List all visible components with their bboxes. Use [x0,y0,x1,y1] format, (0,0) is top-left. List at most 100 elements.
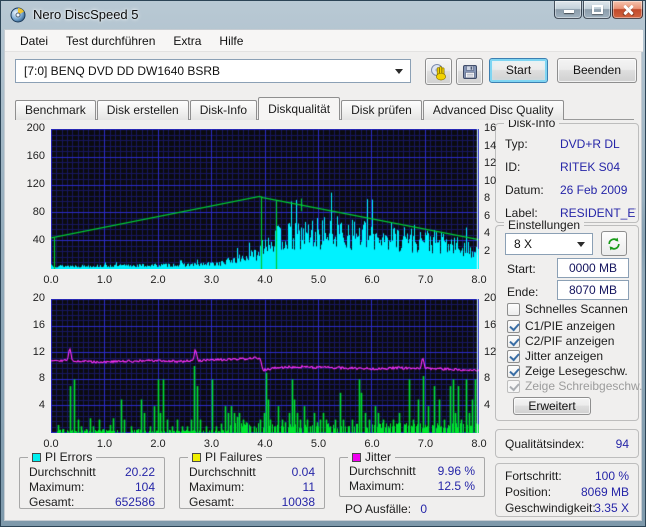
axis-tick-label: 3.0 [203,438,220,450]
title-bar[interactable]: Nero DiscSpeed 5 [1,1,645,29]
hand-disc-icon [430,63,446,80]
stat-value: 104 [134,480,155,494]
stat-value: 9.96 % [437,464,475,478]
axis-tick-label: 8 [38,372,45,385]
settings-group-title: Einstellungen [504,218,585,232]
tab-disk-pruefen[interactable]: Disk prüfen [341,100,422,120]
axis-tick-label: 4.0 [257,438,273,450]
axis-tick-label: 1.0 [96,438,113,450]
disk-type-value: DVD+R DL [560,137,620,151]
axis-tick-label: 1.0 [96,274,113,286]
quit-button[interactable]: Beenden [557,58,637,83]
minimize-button[interactable] [554,1,582,19]
progress-value: 100 % [594,469,629,483]
axis-tick-label: 2.0 [150,438,166,450]
axis-tick-label: 0.0 [43,438,59,450]
position-value: 8069 MB [580,485,629,499]
stat-label: Gesamt: [29,495,75,509]
stat-label: Maximum: [189,480,245,494]
maximize-button[interactable] [583,1,611,19]
stat-label: Durchschnitt [29,465,96,479]
end-position-input[interactable]: 8070 MB [557,280,629,300]
checkbox-c2-pif-anzeigen[interactable]: C2/PIF anzeigen [507,334,614,348]
speed-selector[interactable]: 8 X [505,233,593,255]
axis-tick-label: 5.0 [310,274,327,286]
tab-disk-erstellen[interactable]: Disk erstellen [96,100,189,120]
disk-info-group: Disk-Info Typ: DVD+R DL ID: RITEK S04 Datu… [495,116,639,223]
axis-tick-label: 4 [38,399,45,412]
axis-tick-label: 4 [484,227,491,239]
checkbox-c1-pie-anzeigen[interactable]: C1/PIE anzeigen [507,319,615,333]
maximize-icon [592,5,603,14]
drive-selector-value: [7:0] BENQ DVD DD DW1640 BSRB [24,64,221,78]
floppy-icon [462,64,477,79]
stat-value: 11 [302,480,315,494]
eject-button[interactable] [425,58,452,85]
menu-extra[interactable]: Extra [164,31,210,51]
start-position-input[interactable]: 0000 MB [557,258,629,278]
checkbox-icon [507,334,520,348]
pi-failures-legend-icon [192,453,201,462]
tab-advanced-disc-quality[interactable]: Advanced Disc Quality [422,100,564,120]
axis-tick-label: 7.0 [417,274,434,286]
checkbox-schnelles-scannen[interactable]: Schnelles Scannen [507,302,628,316]
pi-failures-group-title: PI Failures [205,450,263,464]
tab-diskqualitaet[interactable]: Diskqualität [258,97,341,120]
checkbox-zeige-lesegeschw[interactable]: Zeige Lesegeschw. [507,364,628,378]
checkbox-zeige-schreibgeschw[interactable]: Zeige Schreibgeschw. [507,379,642,393]
axis-tick-label: 120 [26,178,45,190]
close-button[interactable] [612,1,643,19]
checkbox-icon [507,319,520,333]
menu-test-durchfuehren[interactable]: Test durchführen [57,31,164,51]
pi-errors-chart [51,129,479,269]
menu-hilfe[interactable]: Hilfe [210,31,252,51]
start-button[interactable]: Start [489,58,548,83]
caption-buttons [554,1,643,19]
chevron-down-icon [577,242,585,247]
checkbox-jitter-anzeigen[interactable]: Jitter anzeigen [507,349,603,363]
axis-tick-label: 40 [32,234,45,246]
tab-benchmark[interactable]: Benchmark [15,100,96,120]
speed-selector-value: 8 X [514,237,533,251]
save-button[interactable] [456,58,483,85]
refresh-speeds-button[interactable] [601,231,627,256]
pi-errors-group-title: PI Errors [45,450,93,464]
po-failures-row: PO Ausfälle: 0 [345,502,427,517]
app-icon [10,7,26,23]
start-position-label: Start: [507,262,536,276]
axis-tick-label: 6 [484,209,491,222]
jitter-stats-group: Jitter Durchschnitt 9.96 % Maximum: 12.5 % [339,450,485,497]
axis-tick-label: 16 [32,318,45,331]
stat-value: 652586 [114,495,155,509]
axis-tick-label: 10 [484,174,497,187]
axis-tick-label: 12 [32,345,45,358]
pi-errors-legend-icon [32,453,41,462]
axis-tick-label: 14 [484,139,497,152]
progress-label: Fortschritt: [505,469,562,483]
advanced-button[interactable]: Erweitert [513,397,591,415]
tab-strip: Benchmark Disk erstellen Disk-Info Diskq… [15,97,565,120]
axis-tick-label: 8.0 [471,438,487,450]
axis-tick-label: 12 [484,157,497,169]
menu-bar: Datei Test durchführen Extra Hilfe [5,30,643,52]
axis-tick-label: 8 [484,372,491,385]
app-window: Nero DiscSpeed 5 Datei Test durchführen … [0,0,646,527]
stat-value: 0.04 [291,465,315,479]
disk-type-label: Typ: [505,137,528,151]
po-failures-label: PO Ausfälle: [345,502,412,516]
quality-index-value: 94 [615,437,629,451]
tab-disk-info[interactable]: Disk-Info [189,100,258,120]
checkbox-icon [507,364,520,378]
progress-box: Fortschritt: 100 % Position: 8069 MB Gesch… [495,463,639,517]
axis-tick-label: 200 [26,122,45,134]
quality-index-label: Qualitätsindex: [505,437,585,451]
stat-label: Maximum: [29,480,85,494]
disk-date-label: Datum: [505,183,544,197]
axis-tick-label: 6.0 [364,438,380,450]
stat-value: 20.22 [124,465,155,479]
menu-datei[interactable]: Datei [11,31,57,51]
axis-tick-label: 4.0 [257,274,273,286]
drive-selector[interactable]: [7:0] BENQ DVD DD DW1640 BSRB [15,59,411,83]
axis-tick-label: 160 [26,150,45,162]
stat-value: 12.5 % [437,479,475,493]
